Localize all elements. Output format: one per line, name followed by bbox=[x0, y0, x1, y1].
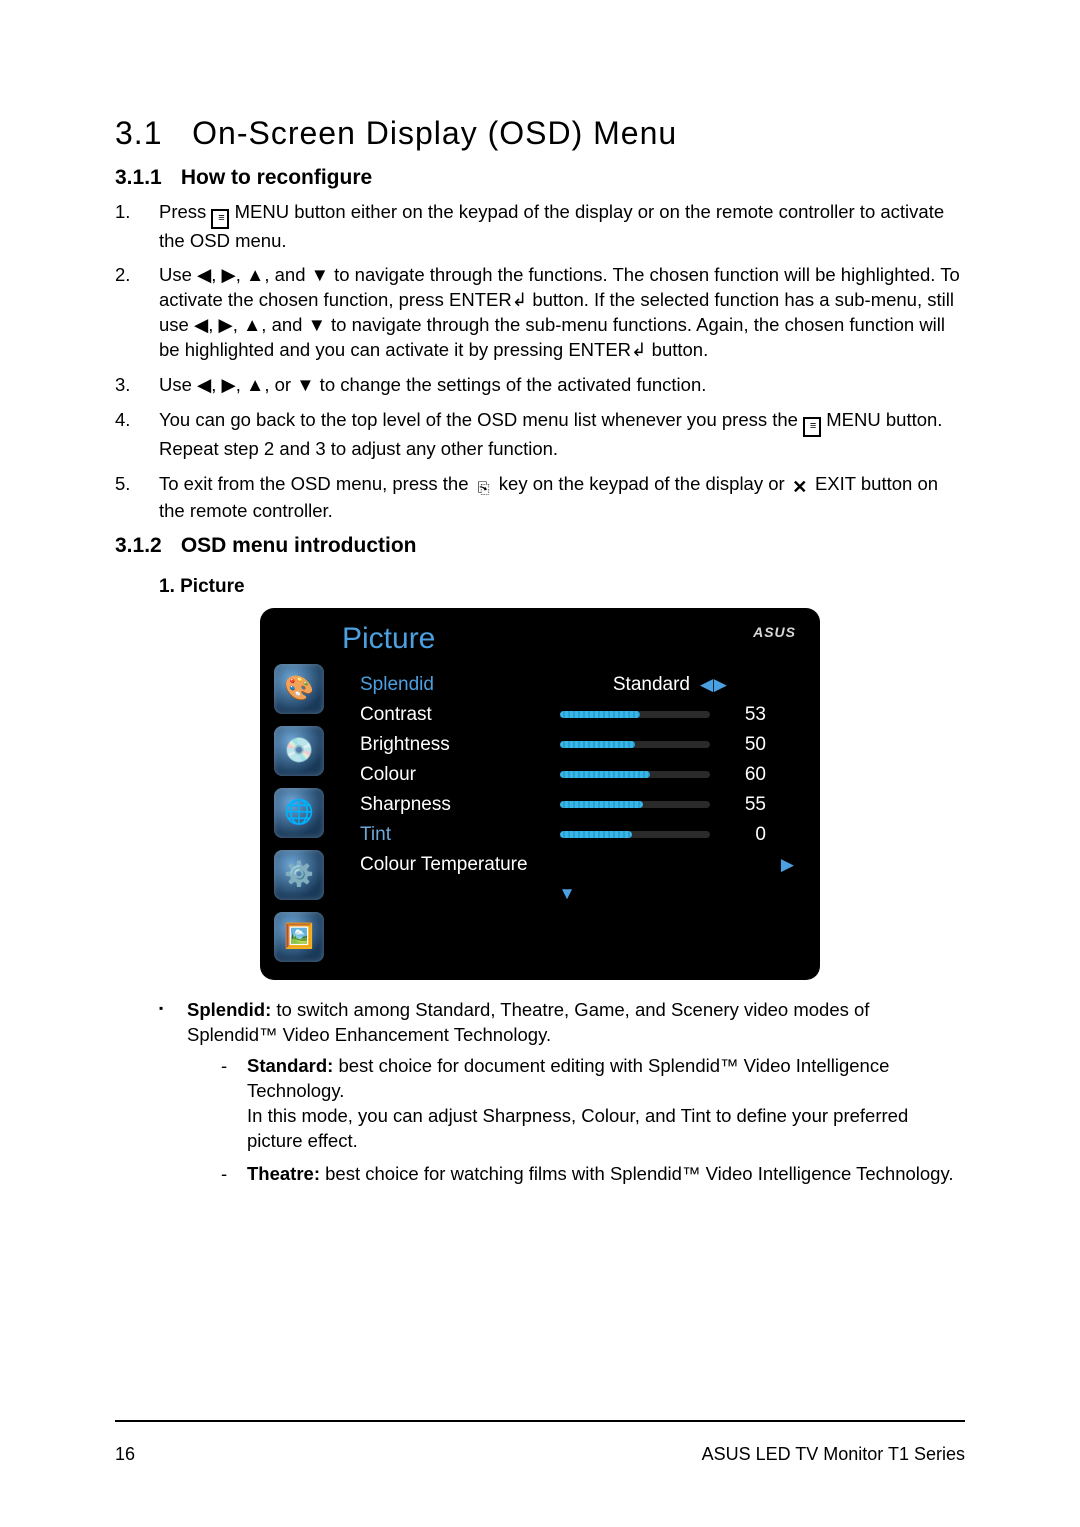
osd-value: 0 bbox=[722, 824, 766, 846]
disc-icon[interactable]: 💿 bbox=[274, 726, 324, 776]
subsection-312-title: OSD menu introduction bbox=[181, 534, 417, 557]
subsection-311-title: How to reconfigure bbox=[181, 166, 372, 189]
osd-value: 60 bbox=[722, 764, 766, 786]
osd-row-brightness[interactable]: Brightness 50 bbox=[338, 730, 796, 760]
image-icon[interactable]: 🖼️ bbox=[274, 912, 324, 962]
osd-title: Picture bbox=[342, 622, 796, 656]
osd-tab-icons: 🎨 💿 🌐 ⚙️ 🖼️ bbox=[260, 622, 338, 962]
bullet-splendid: Splendid: to switch among Standard, Thea… bbox=[159, 998, 965, 1187]
dash-theatre: Theatre: best choice for watching films … bbox=[221, 1162, 965, 1187]
osd-row-colour-temperature[interactable]: Colour Temperature ▶ bbox=[338, 850, 796, 880]
osd-row-tint[interactable]: Tint 0 bbox=[338, 820, 796, 850]
osd-value: Standard bbox=[560, 674, 690, 696]
dash-lead: Standard: bbox=[247, 1055, 333, 1076]
osd-row-sharpness[interactable]: Sharpness 55 bbox=[338, 790, 796, 820]
slider-fill bbox=[560, 711, 640, 718]
subsection-312-number: 3.1.2 bbox=[115, 534, 175, 558]
slider-track bbox=[560, 711, 710, 718]
subsection-312: 3.1.2 OSD menu introduction bbox=[115, 534, 965, 558]
osd-label: Colour bbox=[360, 764, 560, 786]
osd-label: Colour Temperature bbox=[360, 854, 528, 876]
dash-standard: Standard: best choice for document editi… bbox=[221, 1054, 965, 1154]
osd-value: 53 bbox=[722, 704, 766, 726]
slider-fill bbox=[560, 741, 635, 748]
menu-icon: ≡ bbox=[211, 209, 229, 229]
subsection-311-number: 3.1.1 bbox=[115, 166, 175, 190]
osd-value: 55 bbox=[722, 794, 766, 816]
osd-value: 50 bbox=[722, 734, 766, 756]
osd-label: Brightness bbox=[360, 734, 560, 756]
osd-label: Tint bbox=[360, 824, 560, 846]
osd-label: Sharpness bbox=[360, 794, 560, 816]
menu-icon: ≡ bbox=[803, 417, 821, 437]
steps-list: Press ≡ MENU button either on the keypad… bbox=[115, 200, 965, 524]
slider-track bbox=[560, 831, 710, 838]
section-title-text: On-Screen Display (OSD) Menu bbox=[192, 115, 677, 151]
globe-icon[interactable]: 🌐 bbox=[274, 788, 324, 838]
slider-fill bbox=[560, 801, 643, 808]
bullet-lead: Splendid: bbox=[187, 999, 271, 1020]
step-1: Press ≡ MENU button either on the keypad… bbox=[115, 200, 965, 253]
slider-fill bbox=[560, 771, 650, 778]
section-heading: 3.1 On-Screen Display (OSD) Menu bbox=[115, 115, 965, 152]
slider-track bbox=[560, 771, 710, 778]
feature-bullets: Splendid: to switch among Standard, Thea… bbox=[159, 998, 965, 1187]
step-4: You can go back to the top level of the … bbox=[115, 408, 965, 461]
step-5: To exit from the OSD menu, press the ⎘ k… bbox=[115, 472, 965, 524]
chevron-right-icon: ▶ bbox=[781, 855, 794, 875]
slider-fill bbox=[560, 831, 632, 838]
step-3: Use ◀, ▶, ▲, or ▼ to change the settings… bbox=[115, 373, 965, 398]
close-icon: ✕ bbox=[790, 477, 810, 497]
dash-lead: Theatre: bbox=[247, 1163, 320, 1184]
picture-heading: 1. Picture bbox=[159, 576, 965, 598]
osd-row-contrast[interactable]: Contrast 53 bbox=[338, 700, 796, 730]
osd-row-splendid[interactable]: Splendid Standard ◀ ▶ bbox=[338, 670, 796, 700]
chevron-down-icon: ▼ bbox=[338, 884, 796, 904]
gear-icon[interactable]: ⚙️ bbox=[274, 850, 324, 900]
osd-label: Splendid bbox=[360, 674, 560, 696]
step-2: Use ◀, ▶, ▲, and ▼ to navigate through t… bbox=[115, 263, 965, 363]
input-source-icon: ⎘ bbox=[474, 479, 494, 499]
osd-panel: ASUS 🎨 💿 🌐 ⚙️ 🖼️ Picture Splendid Standa… bbox=[260, 608, 820, 980]
section-number: 3.1 bbox=[115, 115, 162, 151]
page-footer: 16 ASUS LED TV Monitor T1 Series bbox=[115, 1420, 965, 1465]
osd-brand-logo: ASUS bbox=[753, 624, 796, 640]
osd-label: Contrast bbox=[360, 704, 560, 726]
footer-product: ASUS LED TV Monitor T1 Series bbox=[702, 1444, 965, 1465]
subsection-311: 3.1.1 How to reconfigure bbox=[115, 166, 965, 190]
palette-icon[interactable]: 🎨 bbox=[274, 664, 324, 714]
slider-track bbox=[560, 801, 710, 808]
slider-track bbox=[560, 741, 710, 748]
left-right-arrows-icon: ◀ ▶ bbox=[700, 675, 725, 695]
osd-row-colour[interactable]: Colour 60 bbox=[338, 760, 796, 790]
page-number: 16 bbox=[115, 1444, 135, 1465]
